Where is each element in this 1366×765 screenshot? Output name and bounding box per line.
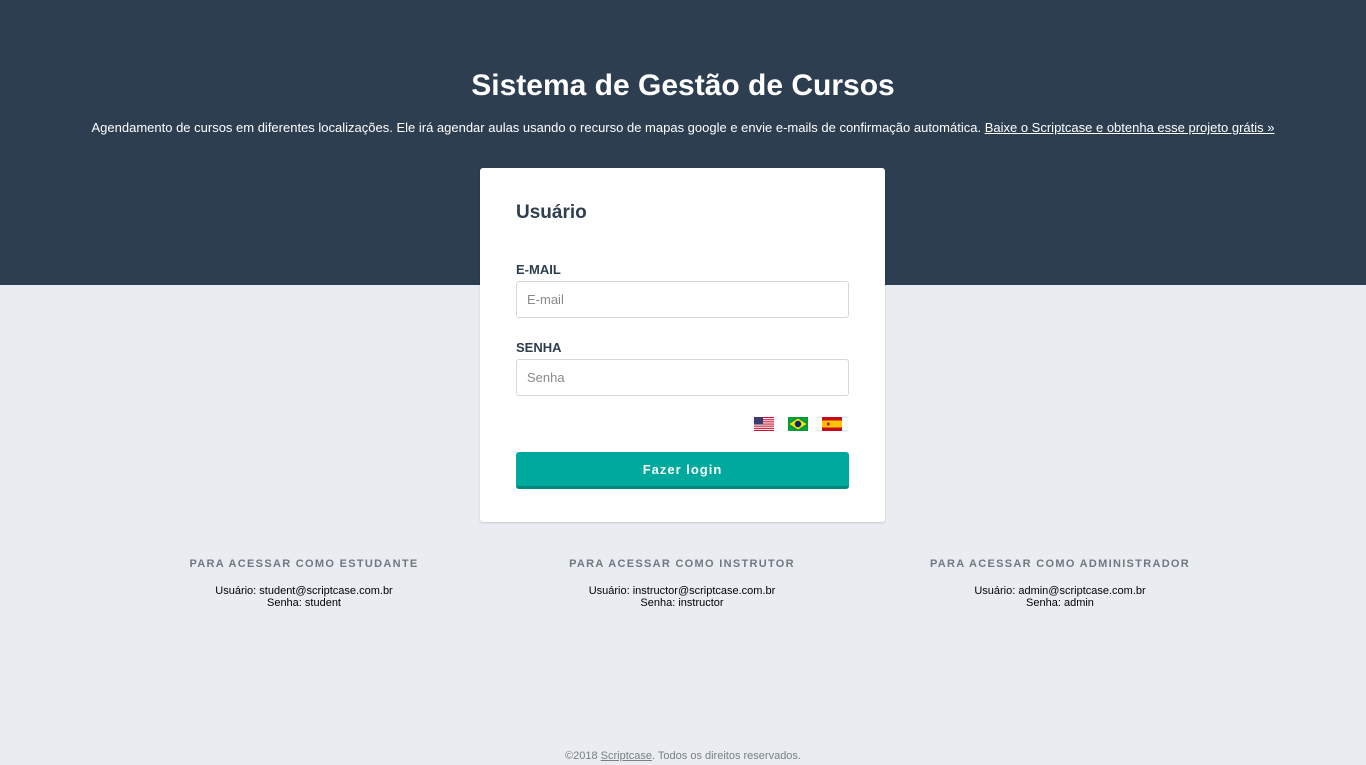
credentials-title: PARA ACESSAR COMO ESTUDANTE [189,558,419,570]
credentials-password: Senha: instructor [640,597,724,609]
credentials-password: Senha: admin [1026,597,1094,609]
student-credentials: PARA ACESSAR COMO ESTUDANTE Usuário: stu… [154,557,454,609]
email-field[interactable] [516,281,849,318]
credentials-user: Usuário: student@scriptcase.com.br [215,585,393,597]
password-field[interactable] [516,359,849,396]
page-footer: ©2018 Scriptcase. Todos os direitos rese… [0,748,1366,765]
credentials-title: PARA ACESSAR COMO INSTRUTOR [569,558,795,570]
us-flag-icon[interactable] [754,417,774,431]
language-selector [754,417,842,433]
credentials-password: Senha: student [266,597,341,609]
login-button[interactable]: Fazer login [516,452,849,489]
credentials-title: PARA ACESSAR COMO ADMINISTRADOR [929,558,1191,570]
spain-flag-icon[interactable] [822,417,842,431]
instructor-credentials: PARA ACESSAR COMO INSTRUTOR Usuário: ins… [532,557,832,609]
admin-credentials: PARA ACESSAR COMO ADMINISTRADOR Usuário:… [910,557,1210,609]
login-card: Usuário E-MAIL SENHA Fazer login [480,168,885,522]
description-text: Agendamento de cursos em diferentes loca… [91,120,982,135]
page-title: Sistema de Gestão de Cursos [471,69,895,102]
copyright-text: ©2018 [565,750,598,762]
login-title: Usuário [516,202,587,223]
credentials-user: Usuário: instructor@scriptcase.com.br [588,585,776,597]
password-label: SENHA [516,340,562,355]
brazil-flag-icon[interactable] [788,417,808,431]
page-description: Agendamento de cursos em diferentes loca… [0,119,1366,137]
rights-text: . Todos os direitos reservados. [652,750,801,762]
credentials-user: Usuário: admin@scriptcase.com.br [974,585,1146,597]
scriptcase-link[interactable]: Scriptcase [601,750,652,762]
email-label: E-MAIL [516,262,561,277]
download-scriptcase-link[interactable]: Baixe o Scriptcase e obtenha esse projet… [985,120,1275,135]
